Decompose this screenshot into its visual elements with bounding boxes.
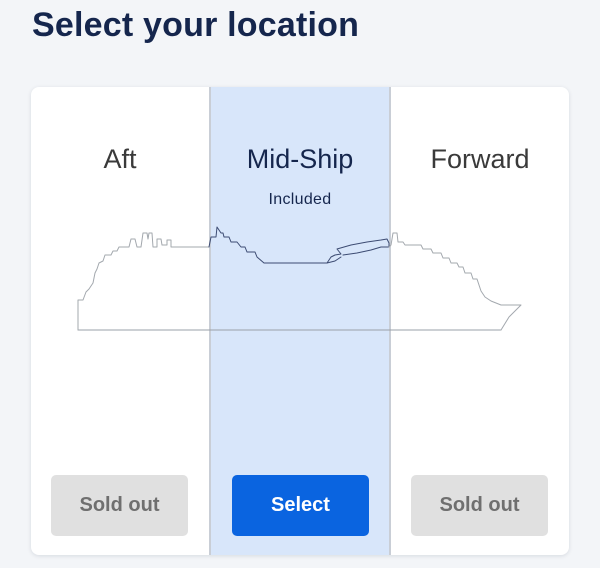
aft-sold-out-button[interactable]: Sold out [51,475,188,536]
location-label-forward: Forward [430,144,530,174]
location-option-mid-ship[interactable]: Mid-Ship Included Select [209,87,391,555]
mid-ship-select-button[interactable]: Select [232,475,369,536]
location-option-aft[interactable]: Aft Sold out [31,87,209,555]
location-option-forward[interactable]: Forward Sold out [391,87,569,555]
location-label-mid-ship: Mid-Ship [246,144,354,174]
forward-sold-out-button[interactable]: Sold out [411,475,548,536]
location-selector-card: Aft Sold out Mid-Ship Included Select Fo… [31,87,569,555]
page-title: Select your location [32,6,360,44]
included-badge: Included [268,191,332,208]
location-label-aft: Aft [103,144,137,174]
